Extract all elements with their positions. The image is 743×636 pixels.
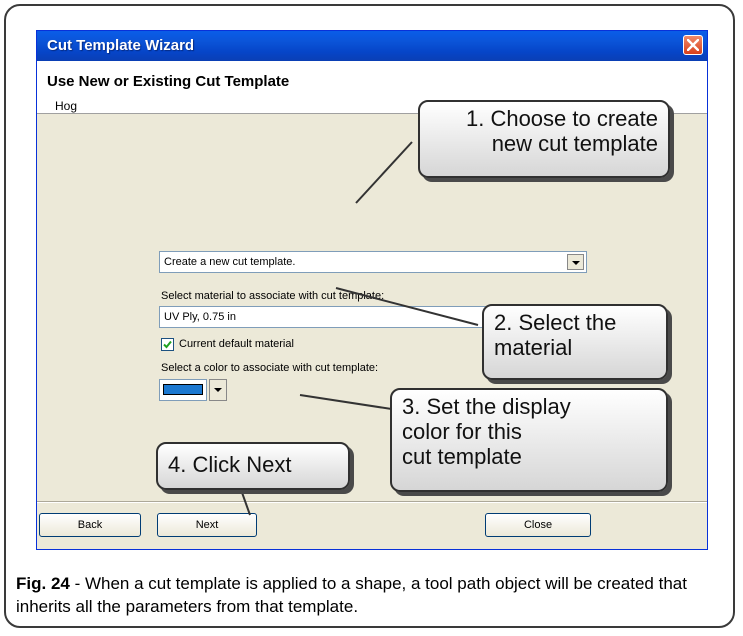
callout-step-1: 1. Choose to create new cut template (418, 100, 670, 178)
callout-step-2-line-1: 2. Select the (494, 310, 617, 335)
figure-caption: Fig. 24 - When a cut template is applied… (16, 572, 726, 618)
callout-step-3-line-3: cut template (402, 444, 522, 469)
callout-step-3-line-1: 3. Set the display (402, 394, 571, 419)
callout-step-2-line-2: material (494, 335, 573, 360)
callout-step-1-line-1: 1. Choose to create (465, 106, 658, 131)
caption-label: Fig. 24 (16, 574, 70, 593)
callout-step-4: 4. Click Next (156, 442, 350, 490)
callout-step-1-line-2: new cut template (491, 131, 658, 156)
callout-step-2: 2. Select the material (482, 304, 668, 380)
callout-step-4-text: 4. Click Next (168, 452, 292, 477)
callout-step-3: 3. Set the display color for this cut te… (390, 388, 668, 492)
callout-step-3-line-2: color for this (402, 419, 522, 444)
caption-text: - When a cut template is applied to a sh… (16, 574, 687, 616)
